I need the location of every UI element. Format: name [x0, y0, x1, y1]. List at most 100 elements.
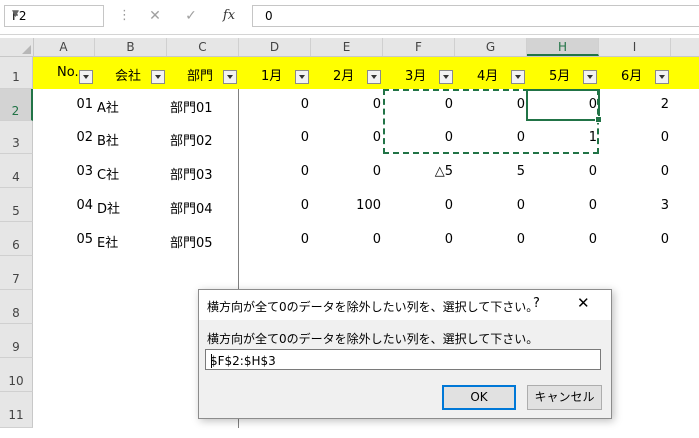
header-cell-m2[interactable]: 2月	[311, 57, 383, 89]
column-header-a[interactable]: A	[33, 38, 95, 56]
cell-m1[interactable]: 0	[239, 232, 309, 247]
cell-m4[interactable]: 0	[455, 198, 525, 213]
cell-no[interactable]: 02	[33, 130, 93, 145]
formula-input[interactable]: 0	[252, 5, 699, 27]
column-header-c[interactable]: C	[167, 38, 239, 56]
cell-company[interactable]: D社	[97, 198, 120, 217]
header-cell-m4[interactable]: 4月	[455, 57, 527, 89]
formula-bar: F2 ▼ ⋮ ✕ ✓ fx 0	[0, 0, 699, 35]
row-header-1[interactable]: 1	[0, 57, 33, 89]
filter-dropdown-icon[interactable]	[151, 70, 165, 84]
row-header-11[interactable]: 11	[0, 392, 33, 428]
filter-dropdown-icon[interactable]	[223, 70, 237, 84]
column-header-bar: A B C D E F G H I	[0, 38, 699, 57]
row-header-5[interactable]: 5	[0, 188, 33, 222]
cell-m1[interactable]: 0	[239, 198, 309, 213]
row-header-3[interactable]: 3	[0, 121, 33, 154]
cell-m2[interactable]: 100	[311, 198, 381, 213]
filter-dropdown-icon[interactable]	[655, 70, 669, 84]
cell-company[interactable]: B社	[97, 130, 119, 149]
column-header-h[interactable]: H	[527, 38, 599, 56]
cell-dept[interactable]: 部門05	[170, 232, 213, 251]
cell-company[interactable]: A社	[97, 97, 119, 116]
filter-dropdown-icon[interactable]	[439, 70, 453, 84]
cell-dept[interactable]: 部門03	[170, 164, 213, 183]
close-icon[interactable]: ✕	[577, 294, 590, 312]
cell-m3[interactable]: 0	[383, 198, 453, 213]
ok-button[interactable]: OK	[442, 385, 516, 410]
header-cell-company[interactable]: 会社	[95, 57, 167, 89]
formula-input-value: 0	[265, 9, 273, 23]
cell-dept[interactable]: 部門01	[170, 97, 213, 116]
cell-m1[interactable]: 0	[239, 164, 309, 179]
header-label-m2: 2月	[333, 69, 355, 84]
cell-m4[interactable]: 5	[455, 164, 525, 179]
column-header-i[interactable]: I	[599, 38, 671, 56]
row-header-6[interactable]: 6	[0, 222, 33, 256]
cell-m2[interactable]: 0	[311, 130, 381, 145]
filter-dropdown-icon[interactable]	[367, 70, 381, 84]
filter-dropdown-icon[interactable]	[583, 70, 597, 84]
cell-dept[interactable]: 部門02	[170, 130, 213, 149]
cell-m6[interactable]: 0	[599, 164, 669, 179]
row-header-4[interactable]: 4	[0, 154, 33, 188]
cell-m1[interactable]: 0	[239, 130, 309, 145]
filter-dropdown-icon[interactable]	[511, 70, 525, 84]
cell-m2[interactable]: 0	[311, 97, 381, 112]
header-label-m4: 4月	[477, 69, 499, 84]
cell-m1[interactable]: 0	[239, 97, 309, 112]
cell-no[interactable]: 04	[33, 198, 93, 213]
row-header-10[interactable]: 10	[0, 358, 33, 392]
dialog-title-bar[interactable]: 横方向が全て0のデータを除外したい列を、選択して下さい。 ? ✕	[199, 290, 611, 320]
row-header-7[interactable]: 7	[0, 256, 33, 290]
column-header-g[interactable]: G	[455, 38, 527, 56]
insert-function-icon[interactable]: fx	[214, 5, 244, 27]
header-label-company: 会社	[115, 69, 142, 84]
cell-m2[interactable]: 0	[311, 164, 381, 179]
header-cell-m3[interactable]: 3月	[383, 57, 455, 89]
row-header-9[interactable]: 9	[0, 324, 33, 358]
cell-company[interactable]: E社	[97, 232, 118, 251]
cell-no[interactable]: 03	[33, 164, 93, 179]
filter-dropdown-icon[interactable]	[295, 70, 309, 84]
range-input[interactable]: $F$2:$H$3	[205, 349, 601, 370]
header-cell-m1[interactable]: 1月	[239, 57, 311, 89]
cell-m5[interactable]: 0	[527, 164, 597, 179]
column-header-f[interactable]: F	[383, 38, 455, 56]
cell-company[interactable]: C社	[97, 164, 119, 183]
cell-no[interactable]: 05	[33, 232, 93, 247]
cancel-button[interactable]: キャンセル	[527, 385, 602, 410]
header-cell-m5[interactable]: 5月	[527, 57, 599, 89]
cell-m2[interactable]: 0	[311, 232, 381, 247]
row-header-8[interactable]: 8	[0, 290, 33, 324]
cancel-icon[interactable]: ✕	[140, 5, 170, 27]
cell-no[interactable]: 01	[33, 97, 93, 112]
cell-m6[interactable]: 2	[599, 97, 669, 112]
cell-m6[interactable]: 0	[599, 130, 669, 145]
filter-dropdown-icon[interactable]	[79, 70, 93, 84]
header-cell-m6[interactable]: 6月	[599, 57, 671, 89]
formula-bar-grip-icon: ⋮	[118, 8, 131, 23]
name-box[interactable]: F2 ▼	[4, 5, 104, 27]
header-label-dept: 部門	[187, 69, 214, 84]
help-icon[interactable]: ?	[533, 296, 540, 311]
cell-m5[interactable]: 0	[527, 232, 597, 247]
cell-dept[interactable]: 部門04	[170, 198, 213, 217]
active-cell-border[interactable]	[526, 89, 602, 123]
chevron-down-icon[interactable]: ▼	[12, 9, 99, 19]
header-label-m5: 5月	[549, 69, 571, 84]
column-header-d[interactable]: D	[239, 38, 311, 56]
cell-m5[interactable]: 0	[527, 198, 597, 213]
cell-m3[interactable]: 0	[383, 232, 453, 247]
row-header-2[interactable]: 2	[0, 89, 33, 121]
cell-m6[interactable]: 0	[599, 232, 669, 247]
select-all-button[interactable]	[0, 38, 34, 56]
header-cell-dept[interactable]: 部門	[167, 57, 239, 89]
header-cell-no[interactable]: No.	[33, 57, 95, 89]
column-header-b[interactable]: B	[95, 38, 167, 56]
cell-m4[interactable]: 0	[455, 232, 525, 247]
column-header-e[interactable]: E	[311, 38, 383, 56]
enter-icon[interactable]: ✓	[176, 5, 206, 27]
cell-m3[interactable]: △5	[383, 164, 453, 179]
cell-m6[interactable]: 3	[599, 198, 669, 213]
